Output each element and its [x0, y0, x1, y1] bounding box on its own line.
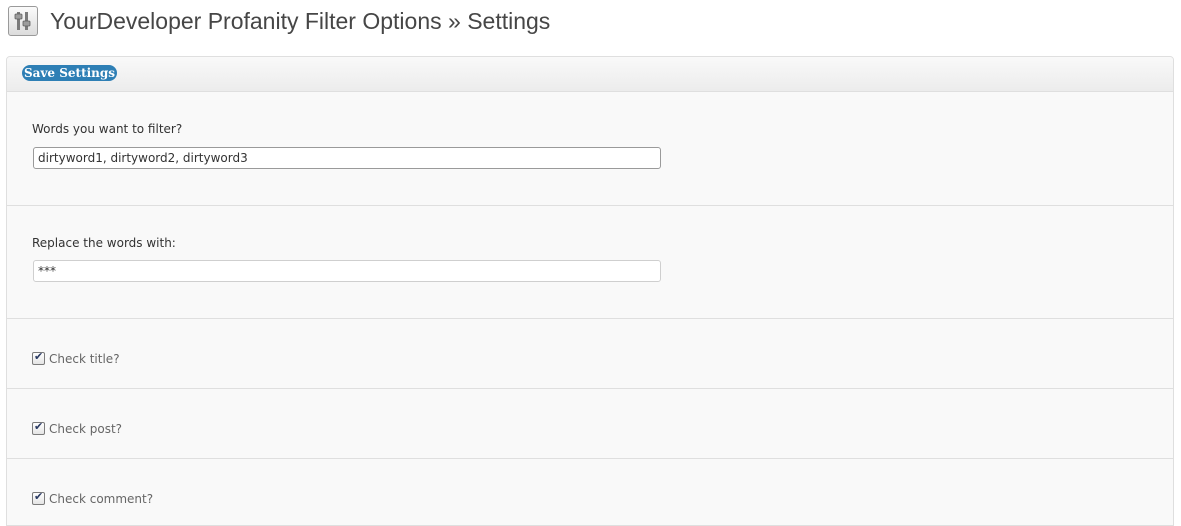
words-section: Words you want to filter? [7, 92, 1173, 206]
replace-label: Replace the words with: [32, 236, 176, 250]
check-title-row[interactable]: ✔ Check title? [32, 348, 120, 366]
page-header: YourDeveloper Profanity Filter Options »… [0, 0, 1181, 45]
check-title-checkbox[interactable]: ✔ [32, 350, 45, 365]
save-settings-button[interactable]: Save Settings [22, 65, 118, 81]
checkmark-icon: ✔ [34, 490, 44, 503]
check-post-row[interactable]: ✔ Check post? [32, 418, 122, 436]
words-input[interactable] [33, 147, 661, 169]
checkmark-icon: ✔ [34, 350, 44, 363]
replace-input[interactable] [33, 260, 661, 282]
check-comment-checkbox[interactable]: ✔ [32, 490, 45, 505]
page-title: YourDeveloper Profanity Filter Options »… [50, 8, 551, 34]
replace-section: Replace the words with: [7, 206, 1173, 319]
settings-sliders-icon [8, 6, 38, 36]
check-title-section: ✔ Check title? [7, 319, 1173, 389]
check-comment-row[interactable]: ✔ Check comment? [32, 488, 153, 506]
words-label: Words you want to filter? [32, 122, 183, 136]
settings-panel: Save Settings Words you want to filter? … [6, 56, 1174, 526]
check-comment-section: ✔ Check comment? [7, 459, 1173, 525]
checkmark-icon: ✔ [34, 420, 44, 433]
check-post-section: ✔ Check post? [7, 389, 1173, 459]
check-post-checkbox[interactable]: ✔ [32, 420, 45, 435]
check-comment-label: Check comment? [49, 491, 154, 506]
check-title-label: Check title? [49, 351, 120, 366]
check-post-label: Check post? [49, 421, 123, 436]
panel-toolbar: Save Settings [7, 57, 1173, 92]
